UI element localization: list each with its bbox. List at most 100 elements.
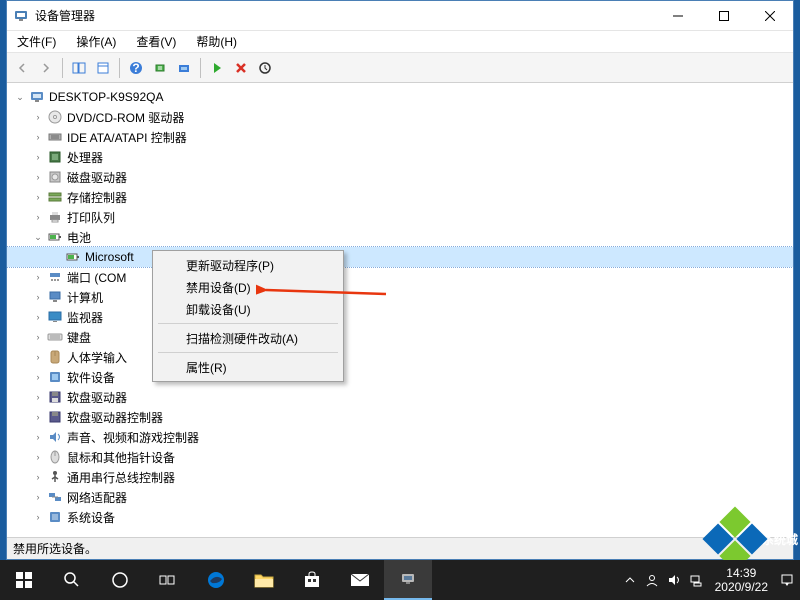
tree-item[interactable]: ›人体学输入 bbox=[7, 347, 793, 367]
chevron-right-icon[interactable]: › bbox=[31, 150, 45, 164]
system-tray: 14:39 2020/9/22 bbox=[619, 560, 800, 600]
update-driver-toolbar-button[interactable] bbox=[173, 57, 195, 79]
minimize-button[interactable] bbox=[655, 1, 701, 30]
chevron-right-icon[interactable]: › bbox=[31, 270, 45, 284]
chevron-right-icon[interactable]: › bbox=[31, 310, 45, 324]
device-manager-taskbar-icon[interactable] bbox=[384, 560, 432, 600]
chevron-right-icon[interactable]: › bbox=[31, 290, 45, 304]
tree-item[interactable]: ›端口 (COM bbox=[7, 267, 793, 287]
chevron-right-icon[interactable]: › bbox=[31, 130, 45, 144]
titlebar[interactable]: 设备管理器 bbox=[7, 1, 793, 31]
clock-time: 14:39 bbox=[715, 566, 768, 580]
disable-button[interactable] bbox=[254, 57, 276, 79]
search-button[interactable] bbox=[48, 560, 96, 600]
tree-item[interactable]: › 监视器 bbox=[7, 307, 793, 327]
context-menu-item[interactable]: 卸载设备(U) bbox=[156, 298, 340, 320]
context-menu-separator bbox=[158, 352, 338, 353]
chevron-right-icon[interactable]: › bbox=[31, 350, 45, 364]
menu-help[interactable]: 帮助(H) bbox=[192, 31, 241, 52]
tree-item[interactable]: ›网络适配器 bbox=[7, 487, 793, 507]
software-icon bbox=[47, 369, 63, 385]
tree-item[interactable]: ›磁盘驱动器 bbox=[7, 167, 793, 187]
context-menu-item[interactable]: 更新驱动程序(P) bbox=[156, 254, 340, 276]
chevron-down-icon[interactable]: ⌄ bbox=[13, 90, 27, 104]
explorer-icon[interactable] bbox=[240, 560, 288, 600]
chevron-right-icon[interactable]: › bbox=[31, 450, 45, 464]
taskbar-clock[interactable]: 14:39 2020/9/22 bbox=[707, 566, 776, 594]
cortana-button[interactable] bbox=[96, 560, 144, 600]
mail-icon[interactable] bbox=[336, 560, 384, 600]
chevron-right-icon[interactable]: › bbox=[31, 490, 45, 504]
tree-item[interactable]: Microsoft bbox=[7, 247, 793, 267]
device-manager-window: 设备管理器 文件(F) 操作(A) 查看(V) 帮助(H) ? ⌄DESKTOP… bbox=[6, 0, 794, 560]
context-menu-item[interactable]: 禁用设备(D) bbox=[156, 276, 340, 298]
tree-item[interactable]: ›打印队列 bbox=[7, 207, 793, 227]
tray-chevron-icon[interactable] bbox=[619, 560, 641, 600]
scan-hardware-button[interactable] bbox=[149, 57, 171, 79]
tree-item[interactable]: ⌄电池 bbox=[7, 227, 793, 247]
chevron-right-icon[interactable]: › bbox=[31, 410, 45, 424]
menu-action[interactable]: 操作(A) bbox=[72, 31, 120, 52]
tree-item-label: 通用串行总线控制器 bbox=[67, 469, 175, 486]
tree-item[interactable]: ›软盘驱动器 bbox=[7, 387, 793, 407]
tree-item[interactable]: ›DVD/CD-ROM 驱动器 bbox=[7, 107, 793, 127]
tree-item[interactable]: ›键盘 bbox=[7, 327, 793, 347]
statusbar: 禁用所选设备。 bbox=[7, 537, 793, 559]
back-button[interactable] bbox=[11, 57, 33, 79]
toolbar-separator bbox=[119, 58, 120, 78]
edge-icon[interactable] bbox=[192, 560, 240, 600]
chevron-right-icon[interactable]: › bbox=[31, 330, 45, 344]
chevron-right-icon[interactable]: › bbox=[31, 390, 45, 404]
start-button[interactable] bbox=[0, 560, 48, 600]
tree-item-label: IDE ATA/ATAPI 控制器 bbox=[67, 129, 187, 146]
task-view-button[interactable] bbox=[144, 560, 192, 600]
chevron-right-icon[interactable]: › bbox=[31, 110, 45, 124]
tree-item-label: 监视器 bbox=[67, 309, 103, 326]
chevron-right-icon[interactable]: › bbox=[31, 210, 45, 224]
enable-button[interactable] bbox=[206, 57, 228, 79]
tree-item[interactable]: ›软件设备 bbox=[7, 367, 793, 387]
chevron-right-icon[interactable]: › bbox=[31, 430, 45, 444]
close-button[interactable] bbox=[747, 1, 793, 30]
chevron-right-icon[interactable]: › bbox=[31, 190, 45, 204]
tree-item[interactable]: ⌄DESKTOP-K9S92QA bbox=[7, 87, 793, 107]
tree-item[interactable]: › 处理器 bbox=[7, 147, 793, 167]
tree-item[interactable]: ›鼠标和其他指针设备 bbox=[7, 447, 793, 467]
volume-icon[interactable] bbox=[663, 560, 685, 600]
menu-view[interactable]: 查看(V) bbox=[132, 31, 180, 52]
chevron-right-icon[interactable]: › bbox=[31, 170, 45, 184]
chevron-right-icon[interactable]: › bbox=[31, 470, 45, 484]
help-button[interactable]: ? bbox=[125, 57, 147, 79]
context-menu-item[interactable]: 属性(R) bbox=[156, 356, 340, 378]
storage-icon bbox=[47, 189, 63, 205]
tree-item[interactable]: › IDE ATA/ATAPI 控制器 bbox=[7, 127, 793, 147]
context-menu-item[interactable]: 扫描检测硬件改动(A) bbox=[156, 327, 340, 349]
tree-item-label: 处理器 bbox=[67, 149, 103, 166]
status-text: 禁用所选设备。 bbox=[13, 540, 97, 557]
chevron-right-icon[interactable]: › bbox=[31, 370, 45, 384]
uninstall-button[interactable] bbox=[230, 57, 252, 79]
menu-file[interactable]: 文件(F) bbox=[13, 31, 60, 52]
forward-button[interactable] bbox=[35, 57, 57, 79]
store-icon[interactable] bbox=[288, 560, 336, 600]
properties-toolbar-button[interactable] bbox=[92, 57, 114, 79]
tree-item[interactable]: ›软盘驱动器控制器 bbox=[7, 407, 793, 427]
network-icon[interactable] bbox=[685, 560, 707, 600]
maximize-button[interactable] bbox=[701, 1, 747, 30]
chevron-down-icon[interactable]: ⌄ bbox=[31, 230, 45, 244]
tree-item[interactable]: ›声音、视频和游戏控制器 bbox=[7, 427, 793, 447]
context-menu-separator bbox=[158, 323, 338, 324]
tree-item[interactable]: ›存储控制器 bbox=[7, 187, 793, 207]
tree-view[interactable]: ⌄DESKTOP-K9S92QA›DVD/CD-ROM 驱动器›IDE ATA/… bbox=[7, 83, 793, 537]
tree-item[interactable]: ›系统设备 bbox=[7, 507, 793, 527]
people-icon[interactable] bbox=[641, 560, 663, 600]
tree-item[interactable]: › 通用串行总线控制器 bbox=[7, 467, 793, 487]
show-hide-tree-button[interactable] bbox=[68, 57, 90, 79]
toolbar: ? bbox=[7, 53, 793, 83]
chevron-right-icon[interactable]: › bbox=[31, 510, 45, 524]
notifications-icon[interactable] bbox=[776, 560, 798, 600]
tree-item[interactable]: ›计算机 bbox=[7, 287, 793, 307]
svg-text:?: ? bbox=[132, 61, 139, 75]
keyboard-icon bbox=[47, 329, 63, 345]
cd-icon bbox=[47, 109, 63, 125]
